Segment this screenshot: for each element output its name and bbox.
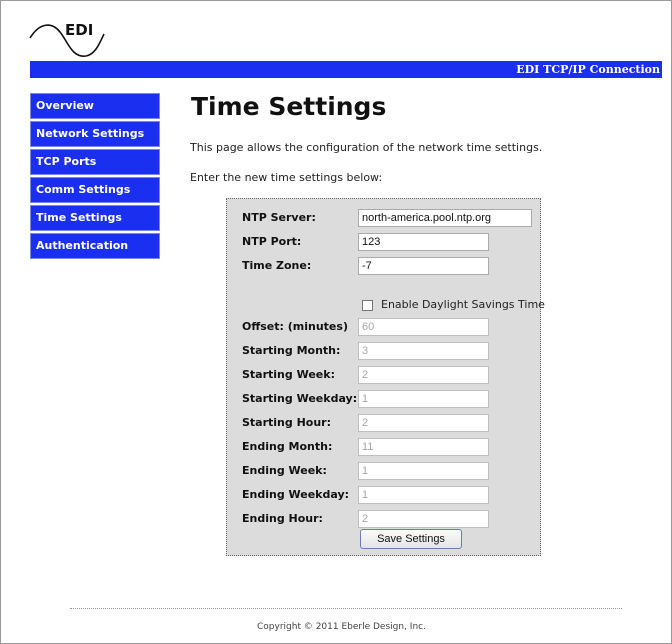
form-prompt: Enter the new time settings below: xyxy=(190,171,383,184)
page-description: This page allows the configuration of th… xyxy=(190,141,543,154)
ending-week-label: Ending Week: xyxy=(242,464,327,477)
ending-month-label: Ending Month: xyxy=(242,440,333,453)
logo-text: EDI xyxy=(65,21,94,39)
starting-month-input[interactable] xyxy=(358,342,489,360)
ntp-port-input[interactable] xyxy=(358,233,489,251)
header-title: EDI TCP/IP Connection xyxy=(516,63,660,76)
starting-week-label: Starting Week: xyxy=(242,368,335,381)
time-zone-input[interactable] xyxy=(358,257,489,275)
ending-hour-input[interactable] xyxy=(358,510,489,528)
sidebar-item-tcp-ports[interactable]: TCP Ports xyxy=(30,149,160,175)
dst-checkbox-label: Enable Daylight Savings Time xyxy=(381,298,545,311)
dst-checkbox[interactable] xyxy=(362,300,373,311)
starting-weekday-label: Starting Weekday: xyxy=(242,392,358,405)
sidebar-item-authentication[interactable]: Authentication xyxy=(30,233,160,259)
sidebar-item-comm-settings[interactable]: Comm Settings xyxy=(30,177,160,203)
page-title: Time Settings xyxy=(191,92,387,121)
starting-hour-input[interactable] xyxy=(358,414,489,432)
offset-input[interactable] xyxy=(358,318,489,336)
ending-week-input[interactable] xyxy=(358,462,489,480)
header-bar: EDI TCP/IP Connection xyxy=(30,61,662,78)
ending-month-input[interactable] xyxy=(358,438,489,456)
ntp-server-input[interactable] xyxy=(358,209,532,227)
ending-hour-label: Ending Hour: xyxy=(242,512,323,525)
save-settings-button[interactable]: Save Settings xyxy=(360,529,462,549)
sidebar-item-network-settings[interactable]: Network Settings xyxy=(30,121,160,147)
starting-week-input[interactable] xyxy=(358,366,489,384)
sidebar: Overview Network Settings TCP Ports Comm… xyxy=(30,93,160,261)
footer-divider xyxy=(70,608,622,609)
sidebar-item-overview[interactable]: Overview xyxy=(30,93,160,119)
edi-logo: EDI xyxy=(28,16,108,60)
starting-weekday-input[interactable] xyxy=(358,390,489,408)
ntp-server-label: NTP Server: xyxy=(242,211,316,224)
sidebar-item-time-settings[interactable]: Time Settings xyxy=(30,205,160,231)
ending-weekday-label: Ending Weekday: xyxy=(242,488,350,501)
starting-hour-label: Starting Hour: xyxy=(242,416,332,429)
starting-month-label: Starting Month: xyxy=(242,344,341,357)
ending-weekday-input[interactable] xyxy=(358,486,489,504)
ntp-port-label: NTP Port: xyxy=(242,235,302,248)
offset-label: Offset: (minutes) xyxy=(242,320,348,333)
copyright-text: Copyright © 2011 Eberle Design, Inc. xyxy=(257,622,426,632)
time-zone-label: Time Zone: xyxy=(242,259,312,272)
